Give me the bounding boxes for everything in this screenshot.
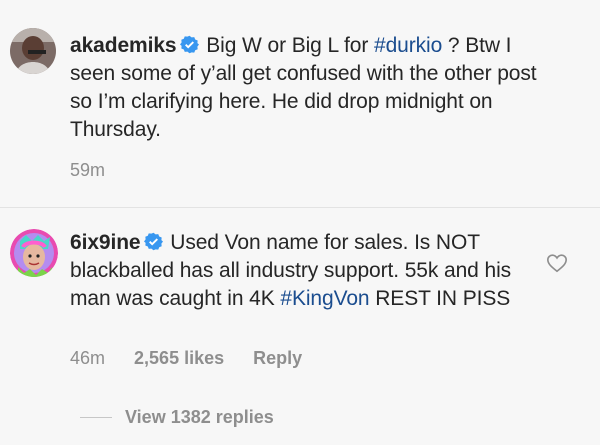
timestamp: 46m <box>70 348 106 368</box>
username[interactable]: 6ix9ine <box>70 231 141 254</box>
avatar-akademiks[interactable] <box>10 28 56 74</box>
comment-meta: 46m 2,565 likes Reply <box>70 348 326 369</box>
view-replies-button[interactable]: View 1382 replies <box>80 407 274 428</box>
heart-icon[interactable] <box>546 252 568 274</box>
avatar-6ix9ine[interactable] <box>10 229 58 277</box>
comment-meta: 59m <box>70 160 129 181</box>
comment-text: akademiks Big W or Big L for #durkio ? B… <box>70 32 555 144</box>
comment-body-continued: REST IN PISS <box>369 287 511 310</box>
hashtag-link[interactable]: #durkio <box>374 34 442 57</box>
timestamp: 59m <box>70 160 106 180</box>
comment-text: 6ix9ine Used Von name for sales. Is NOT … <box>70 229 520 313</box>
comment-body: Big W or Big L for <box>206 34 374 57</box>
comment-akademiks: akademiks Big W or Big L for #durkio ? B… <box>0 0 600 207</box>
view-replies-label[interactable]: View 1382 replies <box>125 407 274 428</box>
hashtag-link[interactable]: #KingVon <box>280 287 369 310</box>
username[interactable]: akademiks <box>70 34 177 57</box>
verified-badge-icon <box>179 35 199 54</box>
replies-line <box>80 417 112 418</box>
reply-button[interactable]: Reply <box>253 348 302 368</box>
verified-badge-icon <box>143 232 163 251</box>
likes-count[interactable]: 2,565 likes <box>134 348 224 368</box>
